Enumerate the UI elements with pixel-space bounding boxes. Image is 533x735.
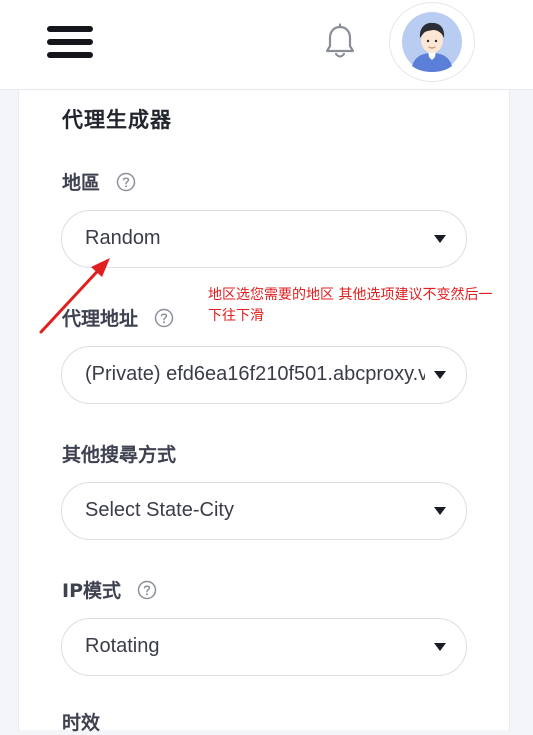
region-select-value: Random [85, 227, 161, 249]
ip-mode-label-text: IP模式 [62, 580, 121, 602]
hamburger-menu-icon[interactable] [47, 25, 95, 59]
other-search-label: 其他搜尋方式 [62, 440, 176, 467]
annotation-text: 地区选您需要的地区 其他选项建议不变然后一下往下滑 [208, 287, 493, 324]
ip-mode-select-value: Rotating [85, 635, 160, 657]
chevron-down-icon [434, 371, 446, 379]
panel-title: 代理生成器 [62, 108, 172, 132]
chevron-down-icon [434, 235, 446, 243]
bell-icon[interactable] [322, 23, 358, 61]
question-circle-icon[interactable] [137, 580, 157, 600]
region-label: 地區 [62, 168, 136, 195]
region-select[interactable]: Random [61, 210, 467, 268]
question-circle-icon[interactable] [116, 172, 136, 192]
ip-mode-select[interactable]: Rotating [61, 618, 467, 676]
chevron-down-icon [434, 643, 446, 651]
chevron-down-icon [434, 507, 446, 515]
proxy-address-select-value: (Private) efd6ea16f210f501.abcproxy.vip:… [85, 363, 425, 385]
other-search-label-text: 其他搜尋方式 [62, 444, 177, 466]
proxy-address-select[interactable]: (Private) efd6ea16f210f501.abcproxy.vip:… [61, 346, 467, 404]
user-avatar[interactable] [389, 2, 475, 82]
red-arrow-icon [39, 258, 110, 334]
duration-label-partial: 时效 [62, 712, 101, 734]
proxy-generator-panel: 代理生成器 地區 Random 代理地址 (Private) efd6ea16f… [18, 90, 510, 734]
question-circle-icon[interactable] [154, 308, 174, 328]
state-city-select-value: Select State-City [85, 499, 234, 521]
region-label-text: 地區 [62, 172, 101, 194]
ip-mode-label: IP模式 [62, 576, 157, 603]
state-city-select[interactable]: Select State-City [61, 482, 467, 540]
top-bar [0, 0, 533, 90]
